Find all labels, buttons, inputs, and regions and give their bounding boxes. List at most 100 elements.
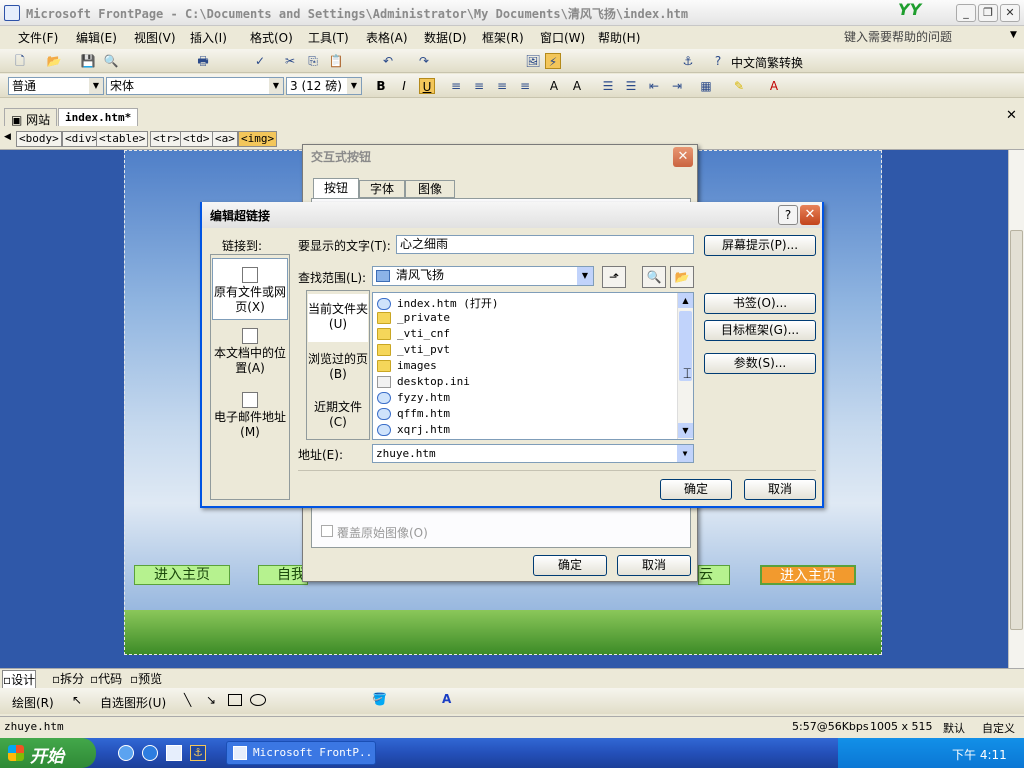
list-item[interactable]: desktop.ini (377, 375, 470, 391)
decrease-indent-icon[interactable]: ⇤ (646, 78, 662, 94)
nav-button-home[interactable]: 进入主页 (134, 565, 230, 585)
list-item[interactable]: _private (377, 311, 450, 327)
tab-index[interactable]: index.htm* (58, 108, 139, 126)
align-center-icon[interactable]: ≡ (471, 78, 487, 94)
tab-image[interactable]: 图像 (405, 180, 455, 198)
open-icon[interactable]: 📂 (46, 53, 62, 69)
list-item[interactable]: _vti_pvt (377, 343, 450, 359)
font-select[interactable]: 宋体 ▼ (106, 77, 284, 95)
rectangle-icon[interactable] (228, 694, 242, 706)
view-tab[interactable]: ▫拆分 (52, 670, 84, 687)
border-icon[interactable]: ▦ (698, 78, 714, 94)
look-in-select[interactable]: 清风飞扬 ▼ (372, 266, 594, 286)
list-item[interactable]: _vti_cnf (377, 327, 450, 343)
parameters-button[interactable]: 参数(S)... (704, 353, 816, 374)
menu-item[interactable]: 插入(I) (190, 29, 227, 46)
list-item[interactable]: qffm.htm (377, 407, 450, 423)
tag-button[interactable]: <td> (180, 131, 213, 147)
editor-scrollbar[interactable] (1008, 150, 1024, 668)
browse-web-icon[interactable]: 🔍 (642, 266, 666, 288)
shrink-font-icon[interactable]: A (569, 78, 585, 94)
address-input[interactable]: zhuye.htm ▼ (372, 444, 694, 463)
link-to-existing-file[interactable]: 原有文件或网页(X) (212, 258, 288, 320)
view-tab[interactable]: ▫代码 (90, 670, 122, 687)
oval-icon[interactable] (250, 694, 266, 706)
tab-button[interactable]: 按钮 (313, 178, 359, 198)
tab-website[interactable]: ▣ 网站 (4, 108, 58, 127)
save-icon[interactable]: 💾 (80, 53, 96, 69)
list-item[interactable]: xqrj.htm (377, 423, 450, 439)
search-icon[interactable]: 🔍 (103, 53, 119, 69)
quick-launch-frontpage-icon[interactable] (166, 745, 182, 761)
nav-button-cloud[interactable]: 云 (698, 565, 730, 585)
ok-button[interactable]: 确定 (533, 555, 607, 576)
image-icon[interactable]: 🖼 (525, 53, 541, 69)
copy-icon[interactable]: ⎘ (305, 53, 321, 69)
align-left-icon[interactable]: ≡ (448, 78, 464, 94)
grow-font-icon[interactable]: A (546, 78, 562, 94)
highlight-icon[interactable]: ✎ (731, 78, 747, 94)
start-button[interactable]: 开始 (0, 738, 96, 768)
justify-icon[interactable]: ≡ (517, 78, 533, 94)
tag-scroll-left-icon[interactable]: ◀ (4, 132, 11, 142)
up-folder-icon[interactable]: ⬏ (602, 266, 626, 288)
subnav-current-folder[interactable]: 当前文件夹(U) (308, 294, 368, 342)
menu-item[interactable]: 表格(A) (366, 29, 408, 46)
tag-button[interactable]: <img> (238, 131, 278, 147)
tab-font[interactable]: 字体 (359, 180, 405, 198)
close-icon[interactable]: ✕ (673, 147, 693, 167)
close-icon[interactable]: ✕ (800, 205, 820, 225)
chevron-down-icon[interactable]: ▼ (1010, 30, 1017, 40)
list-item[interactable]: fyzy.htm (377, 391, 450, 407)
scroll-down-icon[interactable]: ▼ (678, 423, 693, 438)
menu-item[interactable]: 工具(T) (308, 29, 349, 46)
arrow-icon[interactable]: ↘ (206, 693, 216, 707)
display-text-input[interactable]: 心之细雨 (396, 235, 694, 254)
bullet-list-icon[interactable]: ☰ (623, 78, 639, 94)
cut-icon[interactable]: ✂ (282, 53, 298, 69)
link-to-email[interactable]: 电子邮件地址(M) (212, 392, 288, 442)
bold-button[interactable]: B (373, 78, 389, 94)
app-icon[interactable] (4, 5, 20, 21)
fill-color-icon[interactable]: 🪣 (372, 692, 387, 706)
draw-menu[interactable]: 绘图(R) (12, 694, 54, 711)
menu-item[interactable]: 视图(V) (134, 29, 176, 46)
overwrite-checkbox[interactable] (321, 525, 333, 537)
anchor-icon[interactable]: ⚓ (680, 53, 696, 69)
list-item[interactable]: images (377, 359, 437, 375)
undo-icon[interactable]: ↶ (380, 53, 396, 69)
subnav-recent-files[interactable]: 近期文件(C) (308, 392, 368, 438)
quick-launch-anchor-icon[interactable]: ⚓ (190, 745, 206, 761)
bookmark-button[interactable]: 书签(O)... (704, 293, 816, 314)
screen-tip-button[interactable]: 屏幕提示(P)... (704, 235, 816, 256)
scroll-thumb[interactable] (1010, 230, 1023, 630)
select-arrow-icon[interactable]: ↖ (72, 693, 82, 707)
menu-item[interactable]: 格式(O) (250, 29, 293, 46)
paste-icon[interactable]: 📋 (328, 53, 344, 69)
menu-item[interactable]: 编辑(E) (76, 29, 117, 46)
tag-button[interactable]: <tr> (150, 131, 183, 147)
print-icon[interactable]: 🖶 (195, 53, 211, 69)
minimize-button[interactable]: _ (956, 4, 976, 22)
link-to-place-in-document[interactable]: 本文档中的位置(A) (212, 328, 288, 378)
close-icon[interactable]: ✕ (1006, 108, 1017, 123)
convert-label[interactable]: 中文简繁转换 (731, 54, 803, 71)
target-frame-button[interactable]: 目标框架(G)... (704, 320, 816, 341)
quick-launch-explorer-icon[interactable] (142, 745, 158, 761)
interactive-button-icon[interactable]: ⚡ (545, 53, 561, 69)
view-tab[interactable]: ▫预览 (130, 670, 162, 687)
help-icon[interactable]: ? (710, 53, 726, 69)
italic-button[interactable]: I (396, 78, 412, 94)
line-icon[interactable]: ╲ (184, 693, 191, 707)
list-item[interactable]: index.htm (打开) (377, 295, 498, 311)
font-color-icon[interactable]: A (442, 692, 451, 706)
align-right-icon[interactable]: ≡ (494, 78, 510, 94)
taskbar-frontpage-button[interactable]: Microsoft FrontP.. (226, 741, 376, 765)
help-search-input[interactable]: 键入需要帮助的问题 (844, 28, 1022, 46)
menu-item[interactable]: 帮助(H) (598, 29, 640, 46)
redo-icon[interactable]: ↷ (416, 53, 432, 69)
numbered-list-icon[interactable]: ☰ (600, 78, 616, 94)
browse-file-icon[interactable]: 📂 (670, 266, 694, 288)
tag-button[interactable]: <body> (16, 131, 62, 147)
size-select[interactable]: 3 (12 磅) ▼ (286, 77, 362, 95)
